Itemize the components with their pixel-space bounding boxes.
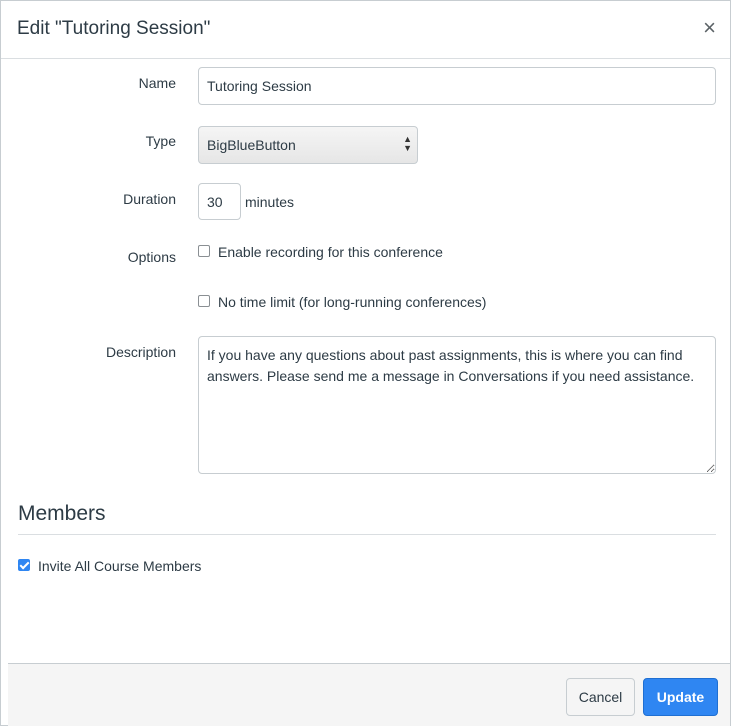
select-arrows-icon: ▲ ▼ <box>403 134 412 153</box>
type-label: Type <box>145 133 176 149</box>
edit-conference-dialog: Edit "Tutoring Session" × Name Type BigB… <box>0 0 731 726</box>
update-button[interactable]: Update <box>643 678 718 716</box>
type-select[interactable]: BigBlueButton ▲ ▼ <box>198 126 418 164</box>
dialog-header: Edit "Tutoring Session" × <box>1 1 730 59</box>
name-label: Name <box>138 75 176 91</box>
duration-label: Duration <box>123 191 176 207</box>
no-time-limit-checkbox[interactable] <box>198 295 210 307</box>
name-input[interactable] <box>198 67 716 105</box>
dialog-title: Edit "Tutoring Session" <box>17 18 211 39</box>
enable-recording-checkbox[interactable] <box>198 245 210 257</box>
options-label: Options <box>127 249 176 265</box>
duration-unit: minutes <box>245 194 295 210</box>
duration-input[interactable] <box>198 183 241 220</box>
invite-all-checkbox[interactable] <box>18 559 30 571</box>
members-divider <box>18 534 716 535</box>
no-time-limit-label[interactable]: No time limit (for long-running conferen… <box>218 294 486 310</box>
dialog-footer: Cancel Update <box>8 663 730 726</box>
members-heading: Members <box>18 502 106 525</box>
close-icon[interactable]: × <box>703 17 716 39</box>
description-label: Description <box>105 344 176 360</box>
enable-recording-label[interactable]: Enable recording for this conference <box>218 244 443 260</box>
type-select-value: BigBlueButton <box>207 137 296 153</box>
cancel-button[interactable]: Cancel <box>566 678 635 716</box>
invite-all-label[interactable]: Invite All Course Members <box>38 558 201 574</box>
description-textarea[interactable]: If you have any questions about past ass… <box>198 336 716 474</box>
